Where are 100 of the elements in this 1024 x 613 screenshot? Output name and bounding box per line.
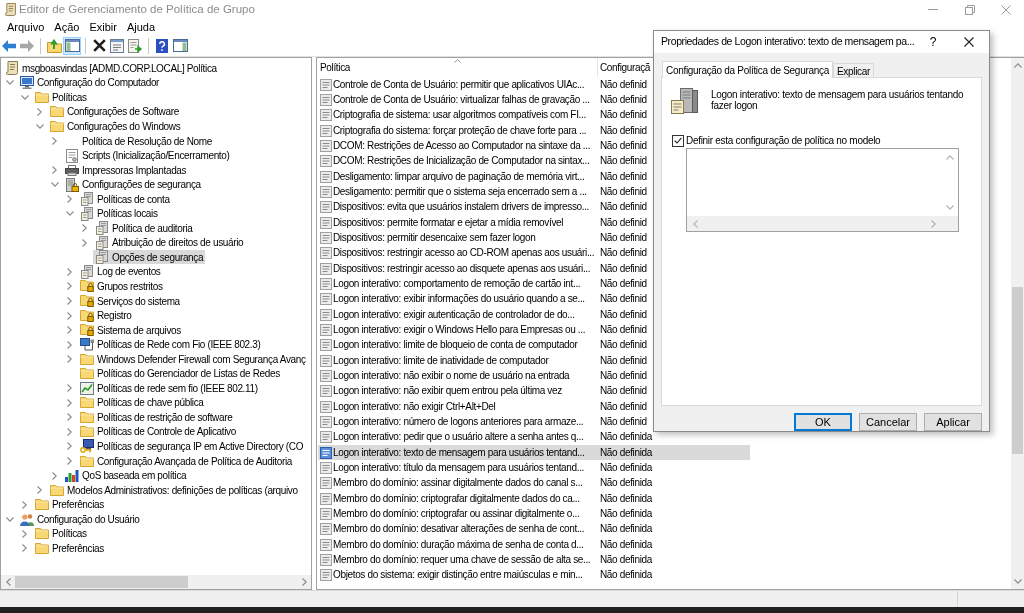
chevron-right-icon[interactable]	[22, 500, 27, 509]
chevron-right-icon[interactable]	[52, 471, 57, 480]
help-button[interactable]: ?	[920, 31, 946, 53]
tree-item[interactable]: Configuração do Usuário	[18, 512, 142, 527]
tree-item[interactable]: Políticas	[33, 90, 89, 105]
ok-button[interactable]: OK	[794, 413, 852, 431]
tree-item[interactable]: Políticas locais	[78, 206, 160, 221]
properties-button[interactable]	[108, 36, 126, 55]
tree-item[interactable]: Registro	[78, 308, 134, 323]
chevron-right-icon[interactable]	[82, 224, 87, 233]
chevron-right-icon[interactable]	[22, 544, 27, 553]
chevron-right-icon[interactable]	[67, 282, 72, 291]
chevron-right-icon[interactable]	[22, 529, 27, 538]
list-row[interactable]: Membro do domínio: criptografar digitalmente dados do ca... Não definida	[318, 490, 750, 507]
list-row[interactable]: Dispositivos: evita que usuários instalem drivers de impresso... Não definid	[318, 199, 750, 215]
tree-item[interactable]: Scripts (Inicialização/Encerramento)	[63, 148, 232, 163]
scroll-up-icon[interactable]	[1013, 63, 1022, 68]
tree-item[interactable]: Serviços do sistema	[78, 294, 182, 308]
list-row[interactable]: Logon interativo: limite de bloqueio de conta de computador Não definid	[318, 337, 750, 353]
tree-item[interactable]: Políticas de Controle de Aplicativo	[78, 424, 238, 439]
list-row[interactable]: Logon interativo: não exibir o nome de usuário na entrada Não definid	[318, 368, 750, 384]
list-row[interactable]: Membro do domínio: desativar alterações de senha de cont... Não definida	[318, 521, 750, 537]
tree-item[interactable]: Windows Defender Firewall com Segurança Avanç	[78, 352, 308, 367]
list-row[interactable]: Logon interativo: exigir o Windows Hello para Empresas ou ... Não definid	[318, 322, 750, 338]
tree-item[interactable]: Configuração do Computador	[18, 75, 162, 90]
scroll-right-icon[interactable]	[301, 578, 307, 586]
apply-button[interactable]: Aplicar	[924, 413, 982, 431]
action-pane-button[interactable]	[171, 36, 189, 55]
list-row[interactable]: Membro do domínio: duração máxima de senha de conta d... Não definida	[318, 536, 750, 553]
console-tree-button[interactable]	[63, 36, 81, 55]
list-row[interactable]: Logon interativo: não exigir Ctrl+Alt+Del Não definid	[318, 398, 750, 415]
tree-item[interactable]: Configurações do Windows	[48, 119, 183, 134]
tree-item[interactable]: Políticas de restrição de software	[78, 410, 235, 425]
scroll-left-icon[interactable]	[693, 219, 698, 228]
scroll-up-icon[interactable]	[946, 155, 954, 160]
cancel-button[interactable]: Cancelar	[859, 413, 917, 431]
menu-item[interactable]: Exibir	[84, 18, 122, 36]
chevron-down-icon[interactable]	[5, 516, 14, 522]
tree-item[interactable]: Política de auditoria	[93, 221, 195, 236]
export-list-button[interactable]	[126, 36, 144, 55]
tree-item[interactable]: Opções de segurança	[93, 250, 206, 265]
chevron-right-icon[interactable]	[67, 398, 72, 407]
chevron-right-icon[interactable]	[82, 238, 87, 247]
chevron-down-icon[interactable]	[35, 123, 44, 129]
list-row[interactable]: Logon interativo: limite de inatividade de computador Não definid	[318, 352, 750, 369]
chevron-right-icon[interactable]	[67, 311, 72, 320]
menu-item[interactable]: Ajuda	[121, 18, 161, 36]
tree-item[interactable]: msgboasvindas [ADMD.CORP.LOCAL] Política	[3, 61, 219, 76]
tree-item[interactable]: Política de Resolução de Nome	[63, 134, 214, 148]
chevron-down-icon[interactable]	[65, 211, 74, 217]
chevron-right-icon[interactable]	[67, 195, 72, 204]
checkbox-label[interactable]: Definir esta configuração de política no modelo	[686, 133, 881, 148]
chevron-right-icon[interactable]	[52, 166, 57, 175]
chevron-right-icon[interactable]	[67, 326, 72, 335]
horizontal-scrollbar[interactable]	[1, 575, 311, 589]
chevron-right-icon[interactable]	[67, 340, 72, 349]
list-row[interactable]: Logon interativo: exibir informações do usuário quando a se... Não definid	[318, 291, 750, 307]
chevron-right-icon[interactable]	[67, 384, 72, 393]
chevron-down-icon[interactable]	[20, 94, 29, 100]
scroll-down-icon[interactable]	[1013, 579, 1022, 584]
menu-item[interactable]: Arquivo	[2, 18, 50, 36]
chevron-right-icon[interactable]	[37, 107, 42, 116]
tree-item[interactable]: Políticas de conta	[78, 192, 172, 207]
list-row[interactable]: Dispositivos: restringir acesso ao disquete apenas aos usuári... Não definid	[318, 260, 750, 277]
list-row[interactable]: Membro do domínio: criptografar ou assinar digitalmente o... Não definida	[318, 506, 750, 522]
tree-item[interactable]: Políticas de segurança IP em Active Directory (CO	[78, 439, 306, 454]
tree-item[interactable]: Configuração Avançada de Política de Auditoria	[78, 454, 294, 469]
list-row[interactable]: Logon interativo: número de logons anteriores para armaze... Não definid	[318, 414, 750, 430]
chevron-right-icon[interactable]	[67, 457, 72, 466]
list-row[interactable]: Logon interativo: não exibir quem entrou pela última vez Não definid	[318, 383, 750, 399]
list-row[interactable]: Logon interativo: exigir autenticação de controlador de do... Não definid	[318, 306, 750, 323]
tree-item[interactable]: Log de eventos	[78, 264, 163, 279]
tree-item[interactable]: Políticas de Rede com Fio (IEEE 802.3)	[78, 337, 263, 352]
tree-item[interactable]: Preferências	[33, 541, 106, 556]
tree-item[interactable]: Políticas	[33, 526, 89, 541]
list-row[interactable]: Membro do domínio: requer uma chave de sessão de alta se... Não definida	[318, 552, 750, 568]
tree-item[interactable]: Configurações de Software	[48, 104, 181, 119]
tab[interactable]: Configuração da Política de Segurança	[662, 61, 833, 78]
list-row[interactable]: DCOM: Restrições de Inicialização de Computador na sintax... Não definid	[318, 153, 750, 169]
list-row[interactable]: Desligamento: limpar arquivo de paginação de memória virt... Não definid	[318, 168, 750, 185]
scroll-down-icon[interactable]	[946, 205, 954, 210]
tree-item[interactable]: Políticas de rede sem fio (IEEE 802.11)	[78, 381, 260, 396]
list-row[interactable]: Dispositivos: permitir desencaixe sem fazer logon Não definid	[318, 230, 750, 246]
tree-item[interactable]: Modelos Administrativos: definições de políticas (arquivo	[48, 483, 300, 498]
chevron-right-icon[interactable]	[67, 442, 72, 451]
tree-item[interactable]: Políticas de chave pública	[78, 395, 206, 410]
tree-item[interactable]: Grupos restritos	[78, 279, 165, 294]
chevron-down-icon[interactable]	[50, 182, 59, 188]
tab[interactable]: Explicar	[832, 63, 875, 77]
scroll-right-icon[interactable]	[931, 219, 936, 228]
horizontal-scrollbar[interactable]	[687, 216, 958, 231]
tree-item[interactable]: Políticas do Gerenciador de Listas de Redes	[78, 366, 282, 381]
checkbox[interactable]	[672, 134, 684, 147]
chevron-right-icon[interactable]	[37, 486, 42, 495]
column-header[interactable]: Política	[317, 58, 598, 77]
chevron-down-icon[interactable]	[5, 80, 14, 86]
chevron-right-icon[interactable]	[67, 297, 72, 305]
scroll-left-icon[interactable]	[5, 578, 11, 586]
chevron-right-icon[interactable]	[67, 355, 72, 364]
list-row[interactable]: Logon interativo: comportamento de remoção de cartão int... Não definid	[318, 276, 750, 292]
